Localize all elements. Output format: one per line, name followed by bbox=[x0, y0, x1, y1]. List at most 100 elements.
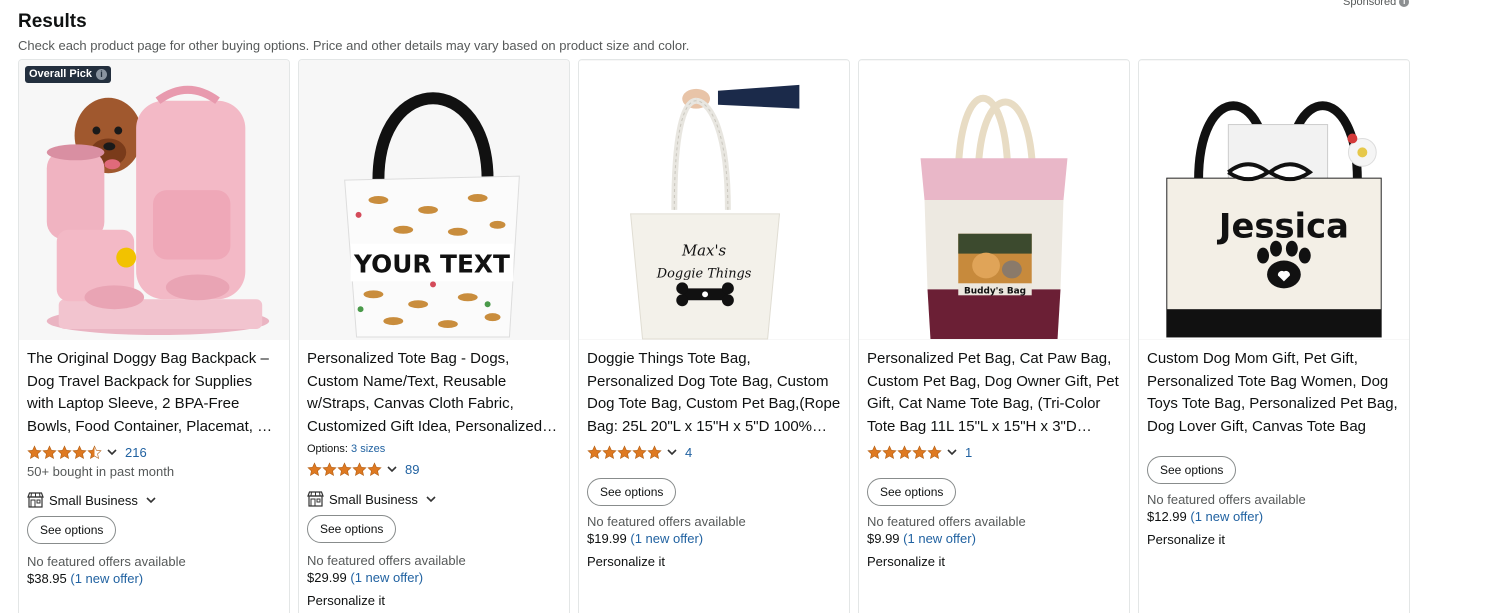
tricolor-tote-image: Buddy's Bag bbox=[859, 61, 1129, 339]
product-title[interactable]: Custom Dog Mom Gift, Pet Gift, Personali… bbox=[1147, 348, 1401, 438]
new-offer-link[interactable]: (1 new offer) bbox=[70, 571, 143, 586]
overall-pick-badge: Overall Pick i bbox=[25, 66, 111, 83]
new-offer-link[interactable]: (1 new offer) bbox=[1190, 509, 1263, 524]
product-card[interactable]: Overall Pick i The Original Doggy Bag Ba… bbox=[18, 59, 290, 613]
rating[interactable]: 89 bbox=[307, 460, 561, 478]
small-business-badge[interactable]: Small Business bbox=[307, 491, 561, 507]
product-card[interactable]: YOUR TEXT Personalized Tote Bag - Dogs, … bbox=[298, 59, 570, 613]
rating[interactable]: 216 bbox=[27, 443, 281, 461]
chevron-down-icon[interactable] bbox=[946, 446, 958, 458]
dog-tote-image: YOUR TEXT bbox=[299, 61, 569, 339]
star-icon bbox=[617, 445, 632, 460]
see-options-button[interactable]: See options bbox=[27, 516, 117, 545]
personalize-it: Personalize it bbox=[867, 554, 946, 570]
no-featured-offers: No featured offers available bbox=[27, 554, 186, 570]
see-options-button[interactable]: See options bbox=[1147, 456, 1237, 485]
no-featured-offers: No featured offers available bbox=[1147, 492, 1306, 508]
product-image[interactable]: Overall Pick i bbox=[19, 60, 289, 340]
no-featured-offers: No featured offers available bbox=[307, 553, 466, 569]
rating-count[interactable]: 216 bbox=[125, 445, 147, 460]
no-featured-offers: No featured offers available bbox=[587, 514, 746, 530]
rating[interactable]: 1 bbox=[867, 443, 1121, 461]
star-icon bbox=[912, 445, 927, 460]
new-offer-link[interactable]: (1 new offer) bbox=[903, 531, 976, 546]
personalize-it: Personalize it bbox=[1147, 532, 1226, 548]
rating[interactable]: 4 bbox=[587, 443, 841, 461]
price: $12.99 bbox=[1147, 509, 1187, 525]
storefront-icon bbox=[27, 492, 44, 508]
results-grid: Overall Pick i The Original Doggy Bag Ba… bbox=[18, 59, 1410, 613]
star-icon bbox=[57, 445, 72, 460]
see-options-button[interactable]: See options bbox=[867, 478, 957, 507]
star-icon bbox=[72, 445, 87, 460]
chevron-down-icon[interactable] bbox=[386, 463, 398, 475]
star-icon bbox=[27, 445, 42, 460]
product-card[interactable]: Buddy's Bag Personalized Pet Bag, Cat Pa… bbox=[858, 59, 1130, 613]
info-icon: i bbox=[1399, 0, 1410, 7]
product-title[interactable]: Personalized Tote Bag - Dogs, Custom Nam… bbox=[307, 348, 561, 438]
image-text-line1: Max's bbox=[681, 242, 727, 260]
star-rating bbox=[307, 462, 382, 477]
star-rating bbox=[867, 445, 942, 460]
product-image[interactable]: Jessica bbox=[1139, 60, 1409, 340]
star-icon bbox=[647, 445, 662, 460]
star-icon bbox=[867, 445, 882, 460]
star-icon bbox=[632, 445, 647, 460]
star-icon bbox=[337, 462, 352, 477]
star-rating bbox=[27, 445, 102, 460]
svg-text:YOUR TEXT: YOUR TEXT bbox=[353, 249, 510, 278]
star-icon bbox=[587, 445, 602, 460]
image-name-text: Jessica bbox=[1217, 207, 1349, 246]
product-image[interactable]: Buddy's Bag bbox=[859, 60, 1129, 340]
storefront-icon bbox=[307, 491, 324, 507]
star-icon bbox=[897, 445, 912, 460]
product-card[interactable]: Max's Doggie Things Doggie Things Tote B… bbox=[578, 59, 850, 613]
chevron-down-icon bbox=[145, 494, 157, 506]
dog-backpack-image bbox=[19, 61, 289, 339]
price-line: $12.99 (1 new offer) bbox=[1147, 509, 1401, 524]
star-icon bbox=[367, 462, 382, 477]
image-text-line2: Doggie Things bbox=[656, 266, 752, 281]
info-icon[interactable]: i bbox=[96, 68, 107, 80]
price: $9.99 bbox=[867, 531, 900, 547]
product-title[interactable]: Doggie Things Tote Bag, Personalized Dog… bbox=[587, 348, 841, 438]
star-half-icon bbox=[87, 445, 102, 460]
new-offer-link[interactable]: (1 new offer) bbox=[630, 531, 703, 546]
rating-count[interactable]: 89 bbox=[405, 462, 419, 477]
product-title[interactable]: The Original Doggy Bag Backpack – Dog Tr… bbox=[27, 348, 281, 438]
star-icon bbox=[307, 462, 322, 477]
star-icon bbox=[927, 445, 942, 460]
star-icon bbox=[352, 462, 367, 477]
product-title[interactable]: Personalized Pet Bag, Cat Paw Bag, Custo… bbox=[867, 348, 1121, 438]
rating-count[interactable]: 1 bbox=[965, 445, 972, 460]
price: $29.99 bbox=[307, 570, 347, 586]
page-title: Results bbox=[18, 11, 87, 32]
personalize-it: Personalize it bbox=[587, 554, 666, 570]
rating-count[interactable]: 4 bbox=[685, 445, 692, 460]
star-rating bbox=[587, 445, 662, 460]
product-card[interactable]: Jessica Custom Dog Mom Gift, Pet Gift, P… bbox=[1138, 59, 1410, 613]
new-offer-link[interactable]: (1 new offer) bbox=[350, 570, 423, 585]
see-options-button[interactable]: See options bbox=[307, 515, 397, 544]
small-business-badge[interactable]: Small Business bbox=[27, 492, 281, 508]
price-line: $29.99 (1 new offer) bbox=[307, 570, 561, 585]
bought-count: 50+ bought in past month bbox=[27, 464, 175, 480]
product-image[interactable]: Max's Doggie Things bbox=[579, 60, 849, 340]
product-image[interactable]: YOUR TEXT bbox=[299, 60, 569, 340]
price: $38.95 bbox=[27, 571, 67, 587]
price: $19.99 bbox=[587, 531, 627, 547]
rope-tote-image: Max's Doggie Things bbox=[579, 61, 849, 340]
price-line: $19.99 (1 new offer) bbox=[587, 531, 841, 546]
star-icon bbox=[882, 445, 897, 460]
options-line: Options: 3 sizes bbox=[307, 443, 386, 456]
personalize-it: Personalize it bbox=[307, 593, 386, 609]
price-line: $9.99 (1 new offer) bbox=[867, 531, 1121, 546]
sizes-link[interactable]: 3 sizes bbox=[351, 443, 385, 455]
sponsored-label[interactable]: Sponsored i bbox=[1343, 0, 1410, 8]
no-featured-offers: No featured offers available bbox=[867, 514, 1026, 530]
chevron-down-icon[interactable] bbox=[666, 446, 678, 458]
see-options-button[interactable]: See options bbox=[587, 478, 677, 507]
jessica-tote-image: Jessica bbox=[1139, 61, 1409, 339]
star-icon bbox=[42, 445, 57, 460]
chevron-down-icon[interactable] bbox=[106, 446, 118, 458]
